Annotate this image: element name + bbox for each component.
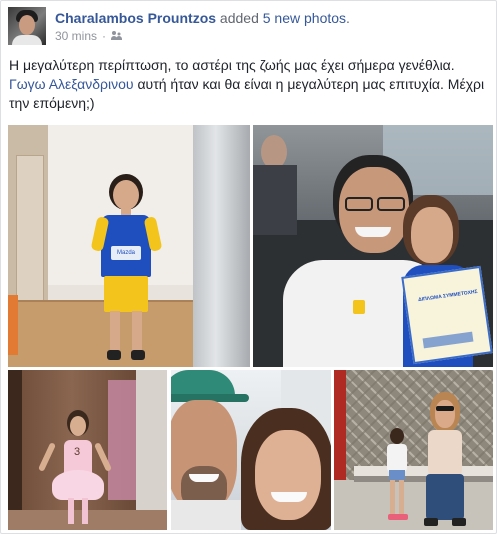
post-timestamp-link[interactable]: 30 mins: [55, 28, 97, 44]
caption-text-1: Η μεγαλύτερη περίπτωση, το αστέρι της ζω…: [9, 57, 455, 73]
photo-2[interactable]: ΔΙΠΛΩΜΑ ΣΥΜΜΕΤΟΧΗΣ: [253, 125, 493, 367]
author-name-link[interactable]: Charalambos Prountzos: [55, 10, 216, 26]
friends-icon[interactable]: [111, 31, 123, 41]
feed-post: Charalambos Prountzos added 5 new photos…: [0, 0, 497, 534]
author-avatar[interactable]: [8, 7, 46, 45]
post-action-text: added: [216, 10, 263, 26]
post-action-suffix: .: [346, 10, 350, 26]
post-meta: 30 mins ·: [55, 28, 123, 44]
tagged-user-link[interactable]: Γωγω Αλεξανδρινου: [9, 76, 134, 92]
photos-count-link[interactable]: 5 new photos: [263, 10, 346, 26]
meta-separator: ·: [102, 29, 107, 43]
photo-3-number: 3: [73, 446, 81, 458]
photo-5[interactable]: [334, 370, 493, 530]
photo-3[interactable]: 3: [8, 370, 167, 530]
photo-4[interactable]: [171, 370, 331, 530]
post-header: Charalambos Prountzos added 5 new photos…: [55, 9, 350, 27]
photo-1-shirt-text: Mazda: [116, 250, 135, 256]
photo-1[interactable]: Mazda: [8, 125, 250, 367]
post-caption: Η μεγαλύτερη περίπτωση, το αστέρι της ζω…: [9, 56, 493, 113]
